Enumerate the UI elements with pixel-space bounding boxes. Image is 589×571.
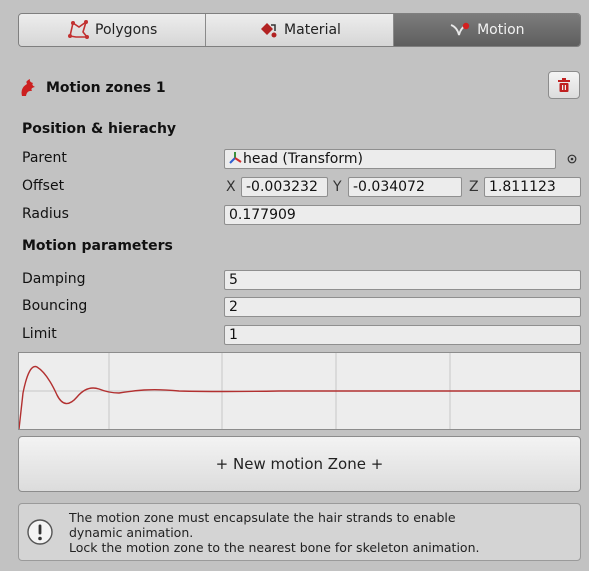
zone-title: Motion zones 1 bbox=[46, 80, 166, 96]
tab-bar: Polygons Material Motion bbox=[18, 13, 581, 47]
limit-label: Limit bbox=[22, 326, 57, 342]
help-box: The motion zone must encapsulate the hai… bbox=[18, 503, 581, 561]
tab-material-label: Material bbox=[284, 22, 341, 38]
polygon-icon bbox=[68, 20, 89, 39]
motion-curve-preview[interactable] bbox=[18, 352, 581, 430]
position-section-title: Position & hierachy bbox=[22, 121, 177, 137]
bouncing-label: Bouncing bbox=[22, 298, 88, 314]
offset-x-label: X bbox=[226, 179, 236, 195]
zone-header: Motion zones 1 bbox=[18, 78, 166, 98]
radius-input[interactable]: 0.177909 bbox=[224, 205, 581, 225]
tab-motion[interactable]: Motion bbox=[393, 14, 580, 46]
damping-label: Damping bbox=[22, 271, 86, 287]
limit-input[interactable]: 1 bbox=[224, 325, 581, 345]
tab-material[interactable]: Material bbox=[206, 14, 394, 46]
trash-icon bbox=[558, 78, 570, 92]
offset-z-input[interactable]: 1.811123 bbox=[484, 177, 581, 197]
offset-label: Offset bbox=[22, 178, 65, 194]
help-line: The motion zone must encapsulate the hai… bbox=[69, 509, 456, 525]
material-icon bbox=[261, 23, 277, 38]
info-icon bbox=[27, 519, 53, 545]
bouncing-input[interactable]: 2 bbox=[224, 297, 581, 317]
new-motion-zone-button[interactable]: + New motion Zone + bbox=[18, 436, 581, 492]
damping-input[interactable]: 5 bbox=[224, 270, 581, 290]
motion-curve-graph bbox=[18, 353, 580, 430]
help-line: dynamic animation. bbox=[69, 524, 194, 540]
parent-field[interactable]: head (Transform) bbox=[224, 149, 556, 169]
offset-y-label: Y bbox=[333, 179, 342, 195]
tab-polygons-label: Polygons bbox=[95, 22, 158, 38]
object-picker-icon[interactable] bbox=[567, 154, 577, 164]
tab-polygons[interactable]: Polygons bbox=[19, 14, 207, 46]
offset-y-input[interactable]: -0.034072 bbox=[348, 177, 462, 197]
radius-label: Radius bbox=[22, 206, 69, 222]
help-line: Lock the motion zone to the nearest bone… bbox=[69, 539, 480, 555]
help-text: The motion zone must encapsulate the hai… bbox=[61, 510, 479, 555]
parent-value: head (Transform) bbox=[243, 151, 363, 167]
offset-z-label: Z bbox=[469, 179, 479, 195]
parent-label: Parent bbox=[22, 150, 67, 166]
offset-x-input[interactable]: -0.003232 bbox=[241, 177, 328, 197]
delete-zone-button[interactable] bbox=[548, 71, 580, 99]
motion-curve-line bbox=[18, 365, 580, 430]
motion-section-title: Motion parameters bbox=[22, 238, 173, 254]
transform-icon bbox=[229, 152, 242, 164]
tab-motion-label: Motion bbox=[477, 22, 525, 38]
help-icon-wrap bbox=[19, 518, 61, 546]
hair-zone-icon bbox=[21, 79, 35, 96]
motion-icon bbox=[450, 22, 470, 36]
